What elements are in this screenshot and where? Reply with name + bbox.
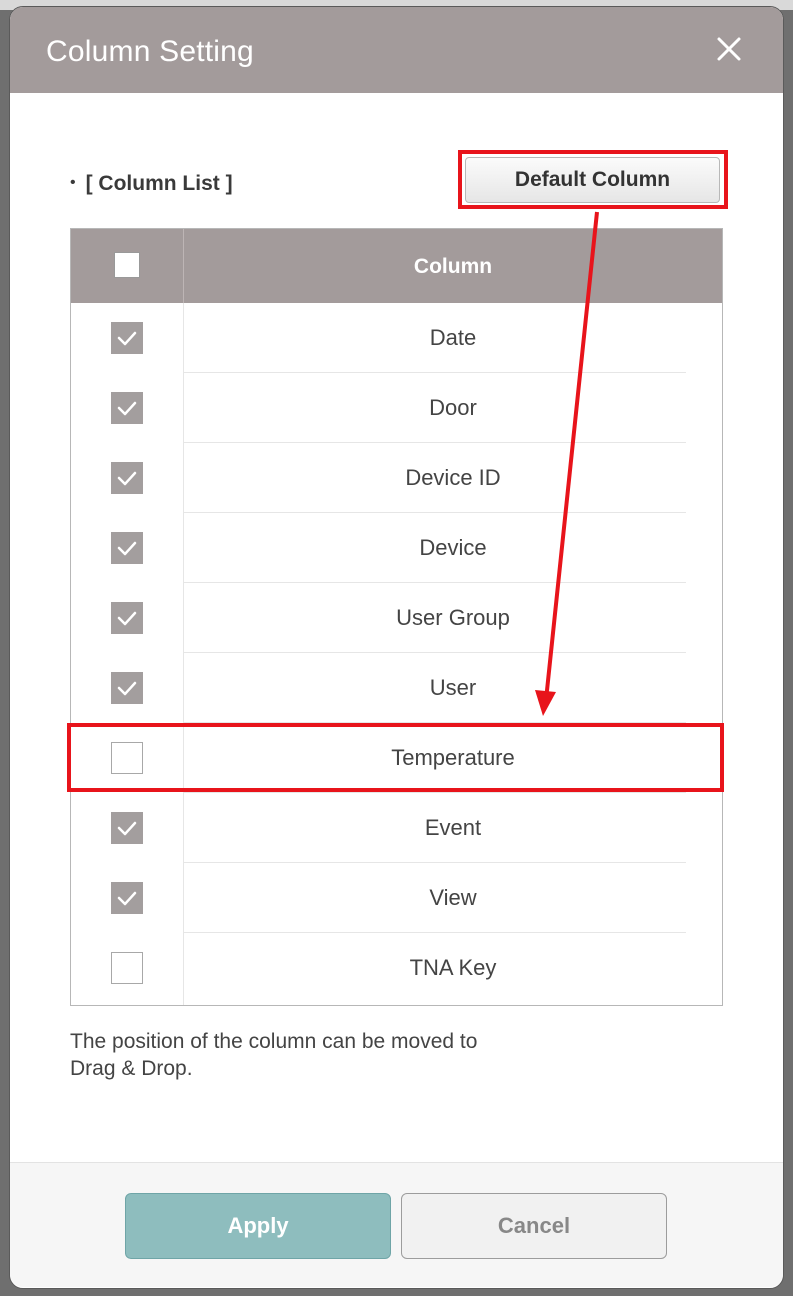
row-checkbox[interactable] <box>111 462 143 494</box>
row-checkbox[interactable] <box>111 322 143 354</box>
row-label: Temperature <box>391 745 515 770</box>
apply-button[interactable]: Apply <box>125 1193 391 1259</box>
row-label: Date <box>429 325 477 350</box>
row-label: TNA Key <box>409 955 497 980</box>
row-label: View <box>429 885 477 910</box>
select-all-checkbox[interactable] <box>114 252 140 278</box>
row-checkbox[interactable] <box>111 602 143 634</box>
note-line-1: The position of the column can be moved … <box>70 1030 478 1053</box>
check-icon <box>117 541 137 556</box>
table-row[interactable]: Device ID <box>71 443 722 513</box>
row-checkbox[interactable] <box>111 742 143 774</box>
dialog-header: Column Setting <box>10 7 783 93</box>
row-checkbox[interactable] <box>111 952 143 984</box>
close-button[interactable] <box>711 31 747 67</box>
check-icon <box>117 821 137 836</box>
row-label: Device ID <box>405 465 501 490</box>
row-label: User <box>429 675 477 700</box>
column-header-title: Column <box>413 255 493 278</box>
check-icon <box>117 681 137 696</box>
row-checkbox[interactable] <box>111 532 143 564</box>
table-row[interactable]: User <box>71 653 722 723</box>
check-icon <box>117 471 137 486</box>
cancel-button[interactable]: Cancel <box>401 1193 667 1259</box>
close-icon <box>717 37 741 61</box>
table-row[interactable]: View <box>71 863 722 933</box>
row-label: Door <box>429 395 477 420</box>
table-row[interactable]: TNA Key <box>71 933 722 1003</box>
row-checkbox[interactable] <box>111 812 143 844</box>
check-icon <box>117 401 137 416</box>
table-row[interactable]: Event <box>71 793 722 863</box>
table-row[interactable]: User Group <box>71 583 722 653</box>
column-list-label: • [ Column List ] <box>70 172 233 196</box>
row-checkbox[interactable] <box>111 672 143 704</box>
column-list-title: [ Column List ] <box>85 172 233 195</box>
table-row[interactable]: Device <box>71 513 722 583</box>
row-checkbox[interactable] <box>111 882 143 914</box>
check-icon <box>117 611 137 626</box>
dialog-title: Column Setting <box>46 35 254 68</box>
column-table: Column Date Door Device ID Device User Group… <box>70 228 723 1006</box>
row-label: Device <box>419 535 487 560</box>
drag-drop-note: The position of the column can be moved … <box>70 1028 630 1082</box>
check-icon <box>117 331 137 346</box>
row-label: Event <box>424 815 482 840</box>
default-column-button[interactable]: Default Column <box>465 157 720 203</box>
table-row[interactable]: Temperature <box>71 723 722 793</box>
table-row[interactable]: Date <box>71 303 722 373</box>
row-checkbox[interactable] <box>111 392 143 424</box>
note-line-2: Drag & Drop. <box>70 1057 193 1080</box>
bullet: • <box>70 174 76 191</box>
row-label: User Group <box>396 605 510 630</box>
check-icon <box>117 891 137 906</box>
table-row[interactable]: Door <box>71 373 722 443</box>
table-header: Column <box>71 229 722 303</box>
